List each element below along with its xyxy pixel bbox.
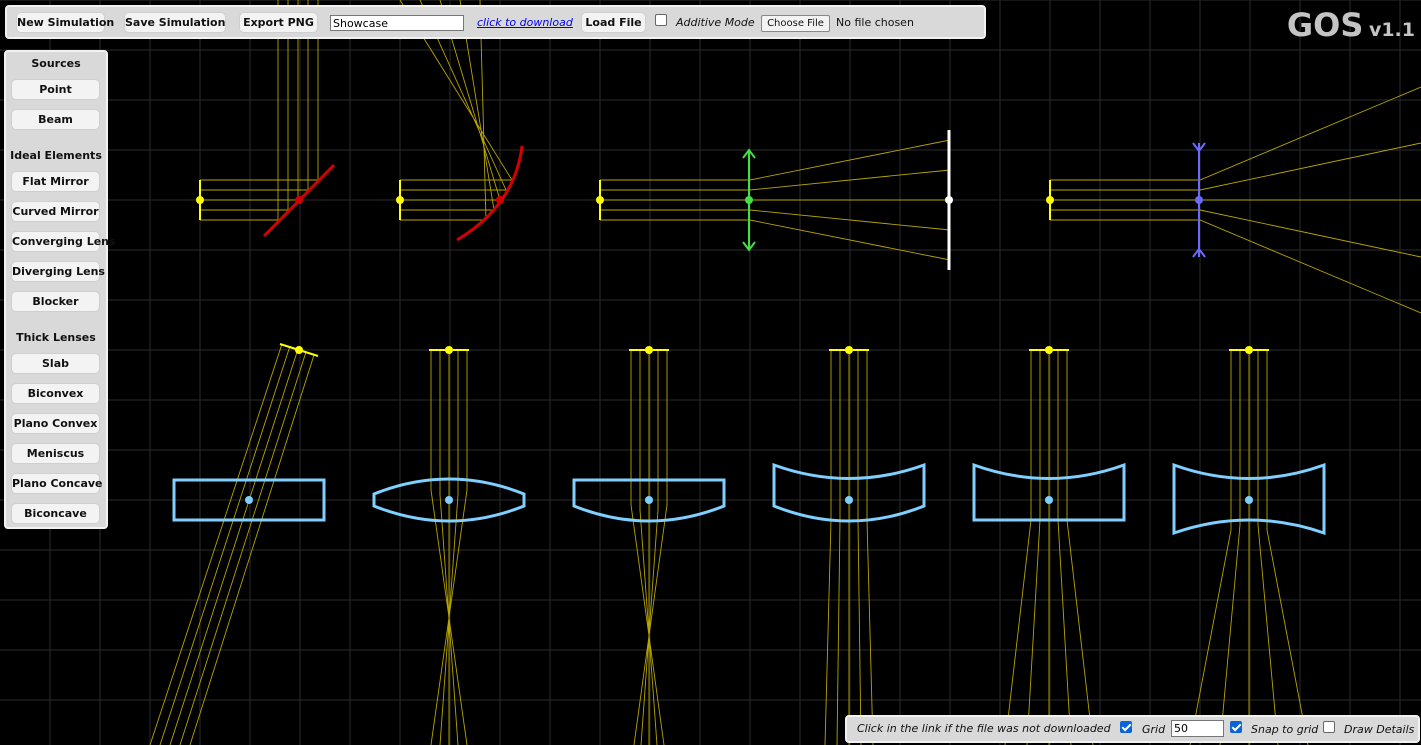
simulation-canvas[interactable] — [0, 0, 1421, 745]
grid-size-input[interactable]: 50 — [1171, 720, 1224, 737]
point-source-button[interactable]: Point — [11, 79, 100, 100]
curved-mirror — [456, 145, 524, 242]
curved-mirror-button[interactable]: Curved Mirror — [11, 201, 100, 222]
biconcave-button[interactable]: Biconcave — [11, 503, 100, 524]
ideal-elements-heading: Ideal Elements — [10, 149, 102, 162]
status-bar: Click in the link if the file was not do… — [845, 715, 1420, 743]
diverging-lens-button[interactable]: Diverging Lens — [11, 261, 105, 282]
app-logo: GOS v1.1 — [1287, 6, 1415, 44]
snap-to-grid-label: Snap to grid — [1251, 723, 1319, 736]
plano-convex-button[interactable]: Plano Convex — [11, 413, 100, 434]
meniscus-button[interactable]: Meniscus — [11, 443, 100, 464]
slab-button[interactable]: Slab — [11, 353, 100, 374]
biconvex-button[interactable]: Biconvex — [11, 383, 100, 404]
filename-input[interactable]: Showcase — [330, 15, 464, 31]
thick-lenses-heading: Thick Lenses — [16, 331, 96, 344]
blocker-button[interactable]: Blocker — [11, 291, 100, 312]
save-simulation-button[interactable]: Save Simulation — [124, 12, 226, 33]
additive-mode-checkbox[interactable] — [655, 14, 667, 26]
download-hint-text: Click in the link if the file was not do… — [857, 722, 1111, 735]
beam-source-button[interactable]: Beam — [11, 109, 100, 130]
plano-concave-button[interactable]: Plano Concave — [11, 473, 103, 494]
grid-checkbox[interactable] — [1120, 721, 1132, 733]
download-link[interactable]: click to download — [477, 16, 573, 29]
logo-name: GOS — [1286, 6, 1364, 44]
snap-to-grid-checkbox[interactable] — [1230, 721, 1242, 733]
draw-details-label: Draw Details — [1344, 723, 1415, 736]
new-simulation-button[interactable]: New Simulation — [16, 12, 114, 33]
load-file-button[interactable]: Load File — [581, 12, 646, 33]
flat-mirror-button[interactable]: Flat Mirror — [11, 171, 100, 192]
sources-heading: Sources — [31, 57, 81, 70]
export-png-button[interactable]: Export PNG — [239, 12, 318, 33]
grid-label: Grid — [1142, 723, 1166, 736]
ray-group-row2 — [149, 343, 1309, 745]
sidebar: Sources Point Beam Ideal Elements Flat M… — [4, 50, 116, 529]
no-file-chosen-text: No file chosen — [836, 16, 914, 29]
draw-details-checkbox[interactable] — [1323, 721, 1335, 733]
ray-group-row1 — [200, 0, 1421, 314]
additive-mode-label: Additive Mode — [676, 16, 755, 29]
converging-lens-button[interactable]: Converging Lens — [11, 231, 116, 252]
grid-lines — [0, 0, 1421, 745]
logo-version: v1.1 — [1368, 19, 1415, 41]
row2-elements — [172, 343, 1326, 536]
choose-file-button[interactable]: Choose File — [761, 15, 830, 32]
top-toolbar: New Simulation Save Simulation Export PN… — [5, 5, 986, 39]
